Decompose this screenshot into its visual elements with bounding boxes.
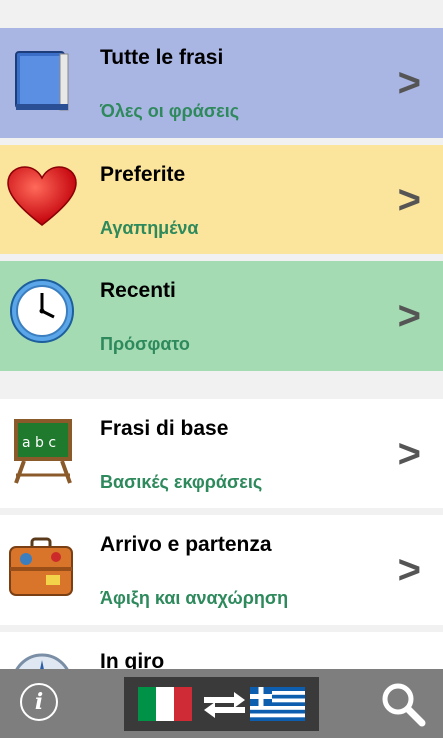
item-subtitle: Πρόσφατο [100,334,190,354]
heart-icon [6,165,78,237]
chevron-right-icon: > [397,177,421,222]
search-icon [382,683,426,727]
book-icon [12,48,84,120]
chevron-right-icon: > [397,431,421,476]
chalkboard-icon: a b c [12,419,84,491]
greece-flag-icon [250,687,305,721]
chevron-right-icon: > [397,548,421,592]
svg-text:a b c: a b c [22,435,56,451]
italy-flag-icon [138,687,192,721]
list-item-recent[interactable]: Recenti Πρόσφατο > [0,261,443,371]
list-item-arrival-departure[interactable]: Arrivo e partenza Άφιξη και αναχώρηση > [0,515,443,625]
item-title: Arrivo e partenza [100,533,272,556]
list-item-all-phrases[interactable]: Tutte le frasi Όλες οι φράσεις > [0,28,443,138]
item-title: Preferite [100,163,186,186]
item-title: Tutte le frasi [100,46,224,69]
suitcase-icon [8,537,80,609]
item-title: Frasi di base [100,417,229,440]
bottom-app-bar: i [0,669,443,738]
chevron-right-icon: > [397,294,421,338]
item-subtitle: Βασικές εκφράσεις [100,472,263,492]
app-screen: Tutte le frasi Όλες οι φράσεις > Preferi… [0,0,443,738]
item-subtitle: Όλες οι φράσεις [100,101,240,121]
language-switch-button[interactable] [124,677,319,731]
swap-arrows-icon [204,692,245,718]
clock-icon [8,277,80,349]
info-button[interactable]: i [20,683,58,721]
list-item-basic-phrases[interactable]: a b c Frasi di base Βασικές εκφράσεις > [0,399,443,508]
item-title: Recenti [100,279,176,302]
search-button[interactable] [380,681,426,727]
chevron-right-icon: > [397,61,421,105]
item-subtitle: Αγαπημένα [100,218,199,238]
list-item-favorites[interactable]: Preferite Αγαπημένα > [0,145,443,254]
item-subtitle: Άφιξη και αναχώρηση [100,588,289,608]
